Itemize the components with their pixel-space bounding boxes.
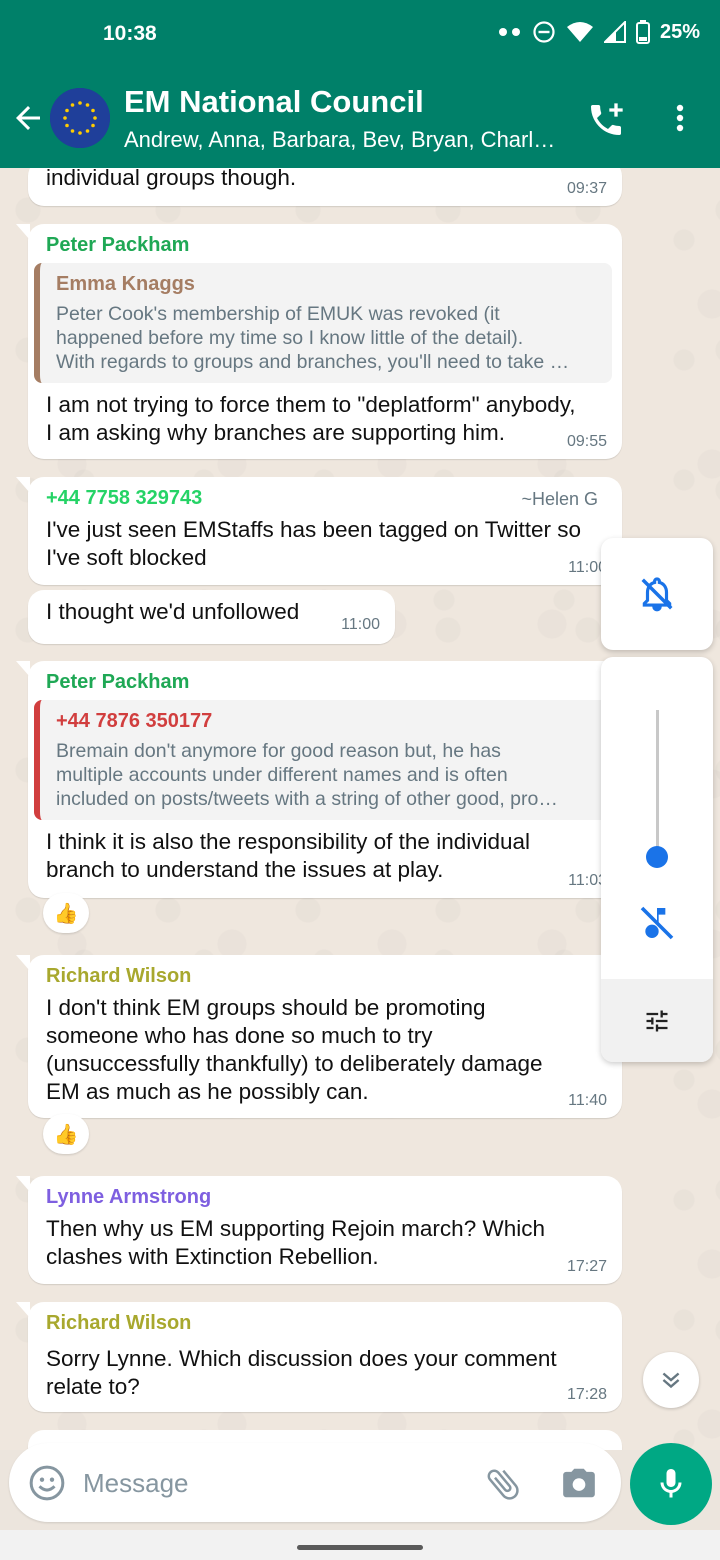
message-text-line: Sorry Lynne. Which discussion does your … [46, 1346, 557, 1371]
message-bubble[interactable]: Richard Wilson Sorry Lynne. Which discus… [16, 1302, 622, 1412]
message-bubble[interactable]: I thought we'd unfollowed 11:00 [28, 590, 395, 644]
attach-button[interactable] [483, 1464, 523, 1509]
sender-name[interactable]: Peter Packham [46, 234, 604, 257]
message-text-line: relate to? [46, 1374, 140, 1399]
message-text-line: I've soft blocked [46, 545, 207, 570]
eu-flag-icon [50, 88, 110, 148]
message-text-line: I've just seen EMStaffs has been tagged … [46, 517, 582, 542]
volume-settings-button[interactable] [601, 979, 713, 1062]
chat-participants[interactable]: Andrew, Anna, Barbara, Bev, Bryan, Charl… [124, 127, 564, 153]
volume-panel [601, 657, 713, 1062]
sender-name[interactable]: +44 7758 329743 [46, 487, 604, 510]
sender-name[interactable]: Peter Packham [46, 671, 604, 694]
quoted-sender: Emma Knaggs [56, 273, 195, 295]
quoted-sender: +44 7876 350177 [56, 710, 213, 732]
message-bubble[interactable]: Richard Wilson I don't think EM groups s… [16, 955, 622, 1118]
quoted-text-line: happened before my time so I know little… [56, 327, 524, 349]
more-options-button[interactable] [668, 100, 692, 140]
double-chevron-down-icon [662, 1372, 680, 1389]
message-time: 11:00 [341, 616, 380, 633]
signal-icon [603, 21, 626, 43]
quoted-text-line: Peter Cook's membership of EMUK was revo… [56, 303, 500, 325]
message-text-line: I am asking why branches are supporting … [46, 420, 505, 445]
message-bubble[interactable]: individual groups though. 09:37 [28, 168, 622, 206]
sliders-icon [646, 1010, 668, 1031]
sender-push-name: ~Helen G [521, 489, 598, 509]
scroll-to-bottom-button[interactable] [643, 1352, 699, 1408]
message-text-line: someone who has done so much to try [46, 1023, 433, 1048]
more-vertical-icon [676, 104, 684, 132]
message-text-line: (unsuccessfully thankfully) to deliberat… [46, 1051, 543, 1076]
emoji-button[interactable] [27, 1463, 67, 1508]
quoted-text-line: included on posts/tweets with a string o… [56, 788, 558, 810]
ringer-mode-button[interactable] [601, 538, 713, 650]
volume-slider-thumb[interactable] [646, 846, 668, 868]
microphone-icon [660, 1469, 682, 1498]
quoted-message[interactable]: +44 7876 350177 Bremain don't anymore fo… [34, 700, 612, 820]
home-gesture-handle[interactable] [297, 1545, 423, 1550]
group-avatar[interactable] [50, 88, 110, 148]
chat-header: 10:38 25% EM National Council Andrew, An… [0, 0, 720, 168]
quoted-text-line: Bremain don't anymore for good reason bu… [56, 740, 501, 762]
message-text: I thought we'd unfollowed [46, 599, 300, 624]
camera-button[interactable] [560, 1464, 598, 1507]
message-composer [9, 1443, 621, 1522]
notification-dots-icon [498, 28, 520, 36]
voice-message-button[interactable] [630, 1443, 712, 1525]
message-bubble[interactable]: Peter Packham Emma Knaggs Peter Cook's m… [16, 224, 622, 459]
message-time: 09:55 [566, 433, 607, 450]
arrow-left-icon [16, 106, 40, 130]
message-text-line: I don't think EM groups should be promot… [46, 995, 486, 1020]
quoted-message[interactable]: Emma Knaggs Peter Cook's membership of E… [34, 263, 612, 383]
message-time: 09:37 [566, 180, 607, 197]
reaction-badge[interactable]: 👍 [43, 1114, 89, 1154]
emoji-icon [29, 1465, 65, 1501]
camera-icon [563, 1468, 595, 1498]
back-button[interactable] [10, 100, 50, 140]
message-text: individual groups though. [46, 168, 297, 190]
status-time: 10:38 [103, 22, 157, 45]
sender-name[interactable]: Richard Wilson [46, 965, 604, 988]
paperclip-icon [487, 1469, 519, 1500]
message-text-line: clashes with Extinction Rebellion. [46, 1244, 379, 1269]
reaction-badge[interactable]: 👍 [43, 893, 89, 933]
message-text-line: I am not trying to force them to "deplat… [46, 392, 576, 417]
battery-percent: 25% [659, 20, 700, 43]
sender-name[interactable]: Lynne Armstrong [46, 1186, 604, 1209]
message-input[interactable] [83, 1461, 463, 1505]
quoted-text-line: With regards to groups and branches, you… [56, 351, 570, 373]
message-bubble[interactable]: Lynne Armstrong Then why us EM supportin… [16, 1176, 622, 1284]
do-not-disturb-icon [533, 21, 555, 43]
message-bubble[interactable]: +44 7758 329743 ~Helen G I've just seen … [16, 477, 622, 585]
sender-name[interactable]: Richard Wilson [46, 1312, 604, 1335]
status-icons: 25% [498, 20, 700, 44]
chat-title[interactable]: EM National Council [124, 84, 424, 120]
message-text-line: Then why us EM supporting Rejoin march? … [46, 1216, 545, 1241]
add-call-button[interactable] [586, 100, 630, 140]
volume-slider-track[interactable] [656, 710, 659, 855]
message-text-line: EM as much as he possibly can. [46, 1079, 369, 1104]
message-time: 17:28 [566, 1386, 607, 1403]
phone-add-icon [591, 103, 623, 135]
bell-off-icon [641, 577, 673, 612]
message-time: 11:40 [568, 1092, 607, 1109]
battery-icon [635, 20, 650, 44]
message-bubble[interactable]: Peter Packham +44 7876 350177 Bremain do… [16, 661, 622, 898]
message-text-line: I think it is also the responsibility of… [46, 829, 531, 854]
music-off-icon [640, 906, 674, 940]
wifi-icon [566, 22, 593, 42]
message-time: 17:27 [566, 1258, 607, 1275]
media-mute-button[interactable] [637, 903, 677, 948]
message-text-line: branch to understand the issues at play. [46, 857, 444, 882]
quoted-text-line: multiple accounts under different names … [56, 764, 508, 786]
